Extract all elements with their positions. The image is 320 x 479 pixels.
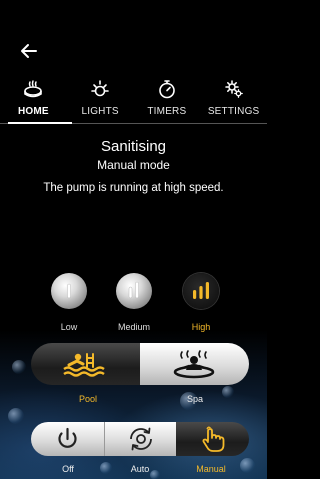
back-arrow-icon: [21, 44, 37, 58]
speed-medium-icon: [128, 281, 139, 299]
tab-label: LIGHTS: [81, 106, 119, 117]
speed-high-label: High: [191, 322, 211, 332]
tab-timers[interactable]: TIMERS: [134, 76, 201, 124]
manual-label: Manual: [196, 464, 226, 474]
power-icon: [58, 427, 77, 448]
off-label: Off: [62, 464, 74, 474]
spa-button[interactable]: [140, 343, 249, 385]
pool-spa-toggle: [31, 343, 249, 385]
water-droplet: [12, 360, 26, 374]
tab-home[interactable]: HOME: [0, 76, 67, 124]
status-title: Sanitising: [100, 138, 167, 155]
pool-swimmer-icon: [63, 353, 105, 377]
off-button[interactable]: [31, 422, 104, 456]
tab-label: SETTINGS: [207, 106, 260, 117]
water-droplet: [8, 408, 24, 424]
tab-lights[interactable]: LIGHTS: [67, 76, 134, 124]
speed-low-icon: [67, 283, 71, 299]
water-droplet: [240, 458, 255, 473]
status-mode: Manual mode: [97, 158, 170, 172]
speed-high-button[interactable]: [183, 273, 219, 309]
tab-bar: HOME LIGHTS TIMERS SETTINGS: [0, 76, 267, 124]
speed-low-button[interactable]: [51, 273, 87, 309]
pool-label: Pool: [78, 394, 97, 404]
auto-cycle-icon: [130, 427, 152, 451]
tab-label: HOME: [17, 106, 49, 117]
tab-label: TIMERS: [147, 106, 187, 117]
manual-button[interactable]: [176, 422, 249, 456]
active-tab-indicator: [8, 122, 72, 124]
tab-settings[interactable]: SETTINGS: [200, 76, 267, 124]
hand-touch-icon: [202, 426, 225, 452]
speed-medium-label: Medium: [117, 322, 150, 332]
speed-medium-button[interactable]: [116, 273, 152, 309]
spa-label: Spa: [186, 394, 203, 404]
spa-icon: [24, 80, 43, 98]
settings-icon: [224, 80, 243, 98]
spa-bather-icon: [173, 350, 215, 379]
light-icon: [91, 80, 109, 97]
back-button[interactable]: [18, 40, 40, 62]
speed-high-icon: [193, 282, 209, 299]
app-screen: HOME LIGHTS TIMERS SETTINGS Sanitising M…: [0, 0, 267, 479]
auto-button[interactable]: [104, 422, 177, 456]
speed-low-label: Low: [60, 322, 78, 332]
timer-icon: [159, 80, 175, 99]
status-message: The pump is running at high speed.: [43, 182, 224, 194]
auto-label: Auto: [130, 464, 150, 474]
pool-button[interactable]: [31, 343, 140, 385]
pump-mode-toggle: [31, 422, 249, 456]
